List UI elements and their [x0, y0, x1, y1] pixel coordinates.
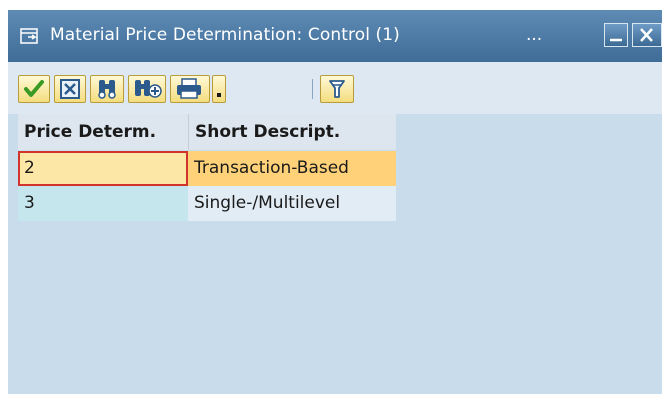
- find-next-button[interactable]: [128, 75, 166, 103]
- close-button[interactable]: [632, 23, 662, 47]
- short-descript-cell[interactable]: Single-/Multilevel: [188, 186, 396, 221]
- dialog-window: Material Price Determination: Control (1…: [8, 10, 662, 394]
- toolbar-separator: [312, 79, 313, 99]
- find-button[interactable]: [90, 75, 124, 103]
- cancel-button[interactable]: [54, 75, 86, 103]
- price-determ-cell[interactable]: 3: [18, 186, 188, 221]
- column-header-price-determ[interactable]: Price Determ.: [18, 114, 188, 150]
- dropdown-arrow-icon: [217, 93, 221, 97]
- checkmark-icon: [24, 80, 44, 97]
- short-descript-cell[interactable]: Transaction-Based: [188, 151, 396, 186]
- print-options-button[interactable]: [212, 75, 226, 103]
- title-ellipsis: ...: [526, 25, 543, 45]
- binoculars-plus-icon: [135, 80, 162, 98]
- filter-icon: [329, 80, 345, 98]
- toolbar: [8, 62, 662, 114]
- filter-button[interactable]: [320, 75, 354, 103]
- column-header-short-descript[interactable]: Short Descript.: [188, 114, 396, 150]
- printer-icon: [177, 78, 201, 99]
- price-determ-cell[interactable]: 2: [18, 151, 188, 186]
- confirm-button[interactable]: [18, 75, 50, 103]
- close-box-icon: [60, 79, 80, 99]
- title-bar[interactable]: Material Price Determination: Control (1…: [8, 10, 662, 62]
- binoculars-icon: [98, 80, 116, 99]
- print-button[interactable]: [170, 75, 210, 103]
- minimize-button[interactable]: [604, 23, 628, 47]
- window-title: Material Price Determination: Control (1…: [50, 25, 400, 45]
- dialog-icon: [20, 28, 40, 46]
